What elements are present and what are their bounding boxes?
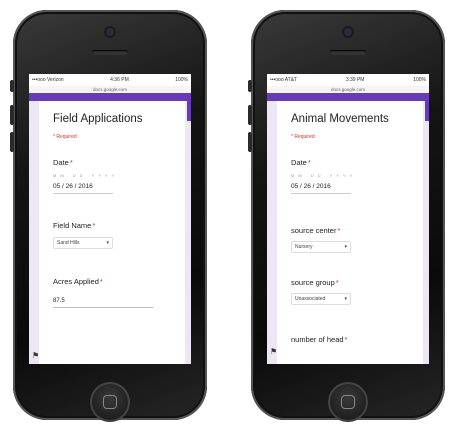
source-center-value: Nursery (295, 244, 313, 250)
date-input[interactable]: 05 / 26 / 2016 (291, 183, 331, 190)
form-title: Animal Movements (291, 113, 389, 125)
field-name-select[interactable]: Sand Hills ▾ (53, 237, 113, 249)
time-label: 4:36 PM (110, 77, 129, 83)
source-center-select[interactable]: Nursery ▾ (291, 241, 351, 253)
front-camera (344, 28, 352, 36)
required-note: * Required (53, 134, 77, 140)
home-button[interactable] (90, 382, 130, 422)
url-bar[interactable]: docs.google.com (267, 86, 429, 93)
screen: •••ooo Verizon 4:36 PM 100% docs.google.… (29, 74, 191, 364)
home-square-icon (341, 395, 355, 409)
url-bar[interactable]: docs.google.com (29, 86, 191, 93)
status-bar: •••ooo Verizon 4:36 PM 100% (29, 74, 191, 86)
source-group-value: Unassociated (295, 296, 326, 302)
mute-switch (10, 80, 14, 92)
source-group-select[interactable]: Unassociated ▾ (291, 293, 351, 305)
acres-applied-input[interactable]: 87.5 (53, 298, 65, 304)
phone-left: •••ooo Verizon 4:36 PM 100% docs.google.… (10, 10, 207, 422)
earpiece (330, 50, 366, 55)
home-square-icon (103, 395, 117, 409)
form-accent (187, 101, 191, 121)
form-header-bar (267, 93, 429, 101)
chevron-down-icon: ▾ (106, 240, 109, 246)
date-subfields: MM DD YYYY (291, 173, 357, 178)
carrier-label: •••ooo AT&T (270, 77, 298, 83)
front-camera (106, 28, 114, 36)
chevron-down-icon: ▾ (344, 296, 347, 302)
acres-underline (53, 307, 153, 308)
flag-icon[interactable]: ⚑ (32, 351, 39, 360)
form-header-bar (29, 93, 191, 101)
volume-down-button (248, 132, 252, 152)
form-card: Field Applications * Required Date* MM D… (39, 101, 185, 364)
carrier-label: •••ooo Verizon (32, 77, 64, 83)
question-label-field-name: Field Name* (53, 221, 96, 230)
screen: •••ooo AT&T 3:39 PM 100% docs.google.com… (267, 74, 429, 364)
form-title: Field Applications (53, 113, 143, 125)
form-card: Animal Movements * Required Date* MM DD … (277, 101, 423, 364)
flag-icon[interactable]: ⚑ (270, 347, 277, 356)
earpiece (92, 50, 128, 55)
date-subfields: MM DD YYYY (53, 173, 119, 178)
volume-up-button (248, 105, 252, 125)
home-button[interactable] (328, 382, 368, 422)
question-label-date: Date* (53, 158, 73, 167)
question-label-acres-applied: Acres Applied* (53, 277, 103, 286)
chevron-down-icon: ▾ (344, 244, 347, 250)
phone-right: •••ooo AT&T 3:39 PM 100% docs.google.com… (248, 10, 445, 422)
date-underline (53, 193, 113, 194)
question-label-source-group: source group* (291, 278, 339, 287)
time-label: 3:39 PM (345, 77, 365, 83)
battery-label: 100% (175, 77, 188, 83)
field-name-value: Sand Hills (57, 240, 80, 246)
question-label-source-center: source center* (291, 226, 341, 235)
question-label-number-of-head: number of head* (291, 335, 348, 344)
required-note: * Required (291, 134, 315, 140)
battery-label: 100% (413, 77, 426, 83)
volume-up-button (10, 105, 14, 125)
date-underline (291, 193, 351, 194)
form-accent (425, 101, 429, 121)
date-input[interactable]: 05 / 26 / 2016 (53, 183, 93, 190)
question-label-date: Date* (291, 158, 311, 167)
mute-switch (248, 80, 252, 92)
volume-down-button (10, 132, 14, 152)
status-bar: •••ooo AT&T 3:39 PM 100% (267, 74, 429, 86)
